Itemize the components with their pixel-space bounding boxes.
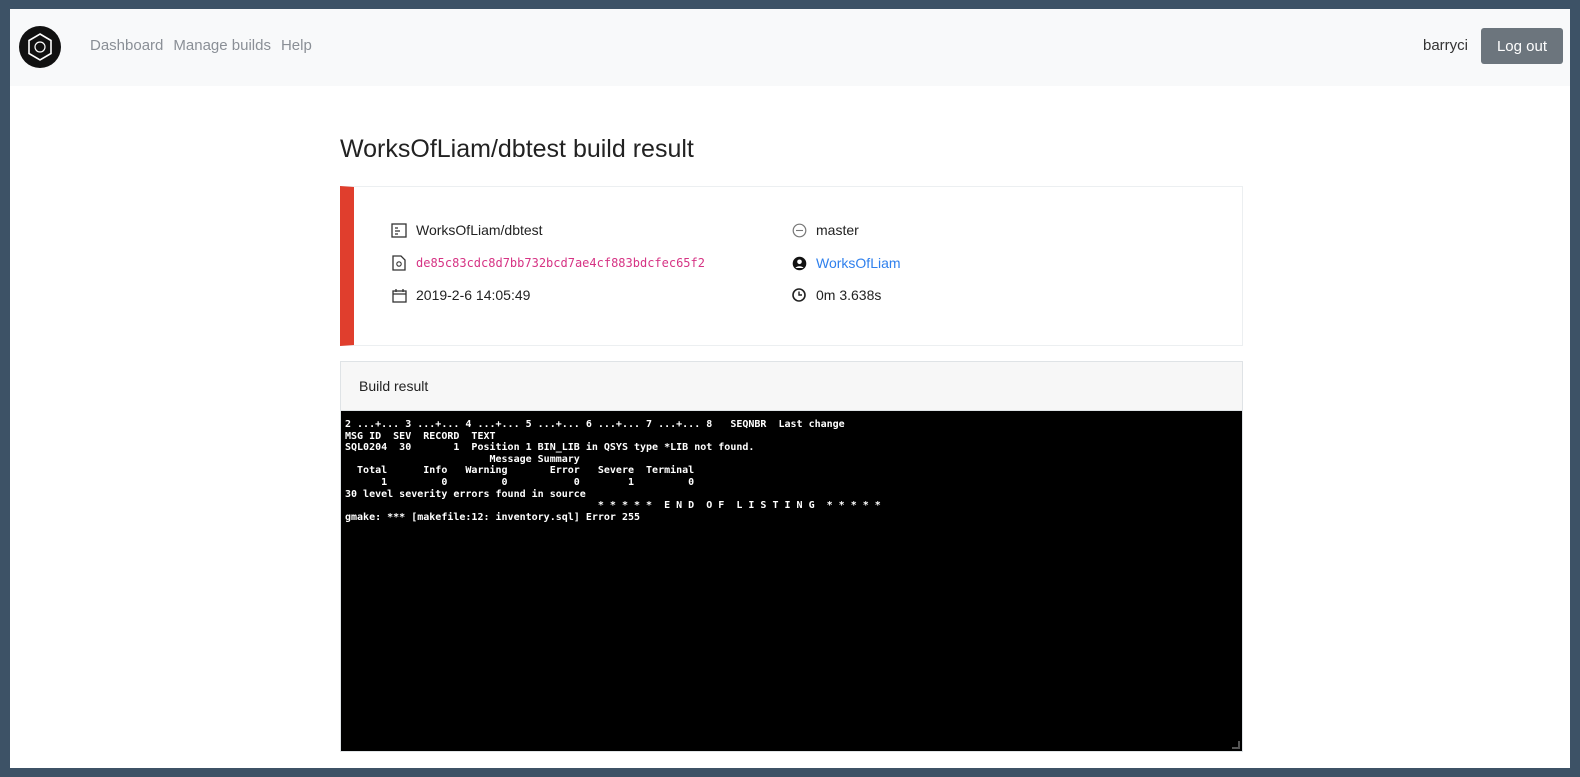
page-title: WorksOfLiam/dbtest build result — [340, 135, 694, 163]
branch-name: master — [816, 222, 859, 238]
app-logo-icon[interactable] — [18, 25, 62, 69]
repo-name: WorksOfLiam/dbtest — [416, 222, 543, 238]
nav-help-link[interactable]: Help — [281, 37, 312, 54]
output-line: 2 ...+... 3 ...+... 4 ...+... 5 ...+... … — [345, 419, 845, 430]
clock-icon — [790, 286, 808, 304]
output-line: MSG ID SEV RECORD TEXT — [345, 430, 496, 442]
branch-icon — [790, 221, 808, 239]
build-date: 2019-2-6 14:05:49 — [416, 287, 531, 303]
branch-row: master — [790, 221, 859, 239]
user-icon — [790, 254, 808, 272]
build-output-terminal[interactable]: 2 ...+... 3 ...+... 4 ...+... 5 ...+... … — [341, 411, 1242, 751]
commit-icon — [390, 254, 408, 272]
date-row: 2019-2-6 14:05:49 — [390, 286, 530, 304]
app-window: Dashboard Manage builds Help barryci Log… — [10, 9, 1570, 768]
output-line: * * * * * E N D O F L I S T I N G * * * … — [345, 500, 881, 512]
output-line: 1 0 0 0 1 0 — [345, 476, 695, 488]
build-result-header: Build result — [341, 362, 1242, 411]
build-result-card: Build result 2 ...+... 3 ...+... 4 ...+.… — [340, 361, 1243, 752]
author-link[interactable]: WorksOfLiam — [816, 255, 901, 271]
logout-button[interactable]: Log out — [1481, 28, 1563, 64]
output-line: Message Summary — [345, 453, 580, 465]
output-line: gmake: *** [makefile:12: inventory.sql] … — [345, 511, 641, 523]
resize-handle[interactable] — [1232, 741, 1240, 749]
navbar: Dashboard Manage builds Help barryci Log… — [10, 9, 1570, 86]
build-duration: 0m 3.638s — [816, 287, 882, 303]
commit-row: de85c83cdc8d7bb732bcd7ae4cf883bdcfec65f2 — [390, 254, 705, 272]
nav-manage-builds-link[interactable]: Manage builds — [173, 37, 271, 54]
output-line: Total Info Warning Error Severe Terminal — [345, 465, 695, 477]
commit-hash[interactable]: de85c83cdc8d7bb732bcd7ae4cf883bdcfec65f2 — [416, 256, 705, 270]
username: barryci — [1422, 37, 1468, 54]
author-row: WorksOfLiam — [790, 254, 901, 272]
calendar-icon — [390, 286, 408, 304]
nav-dashboard-link[interactable]: Dashboard — [90, 37, 163, 54]
repo-icon — [390, 221, 408, 239]
duration-row: 0m 3.638s — [790, 286, 881, 304]
repo-row: WorksOfLiam/dbtest — [390, 221, 543, 239]
nav-links: Dashboard Manage builds Help — [90, 37, 312, 54]
output-line: SQL0204 30 1 Position 1 BIN_LIB in QSYS … — [345, 442, 755, 454]
build-info-card: WorksOfLiam/dbtest de85c83cdc8d7bb732bcd… — [340, 186, 1243, 346]
output-line: 30 level severity errors found in source — [345, 488, 586, 500]
